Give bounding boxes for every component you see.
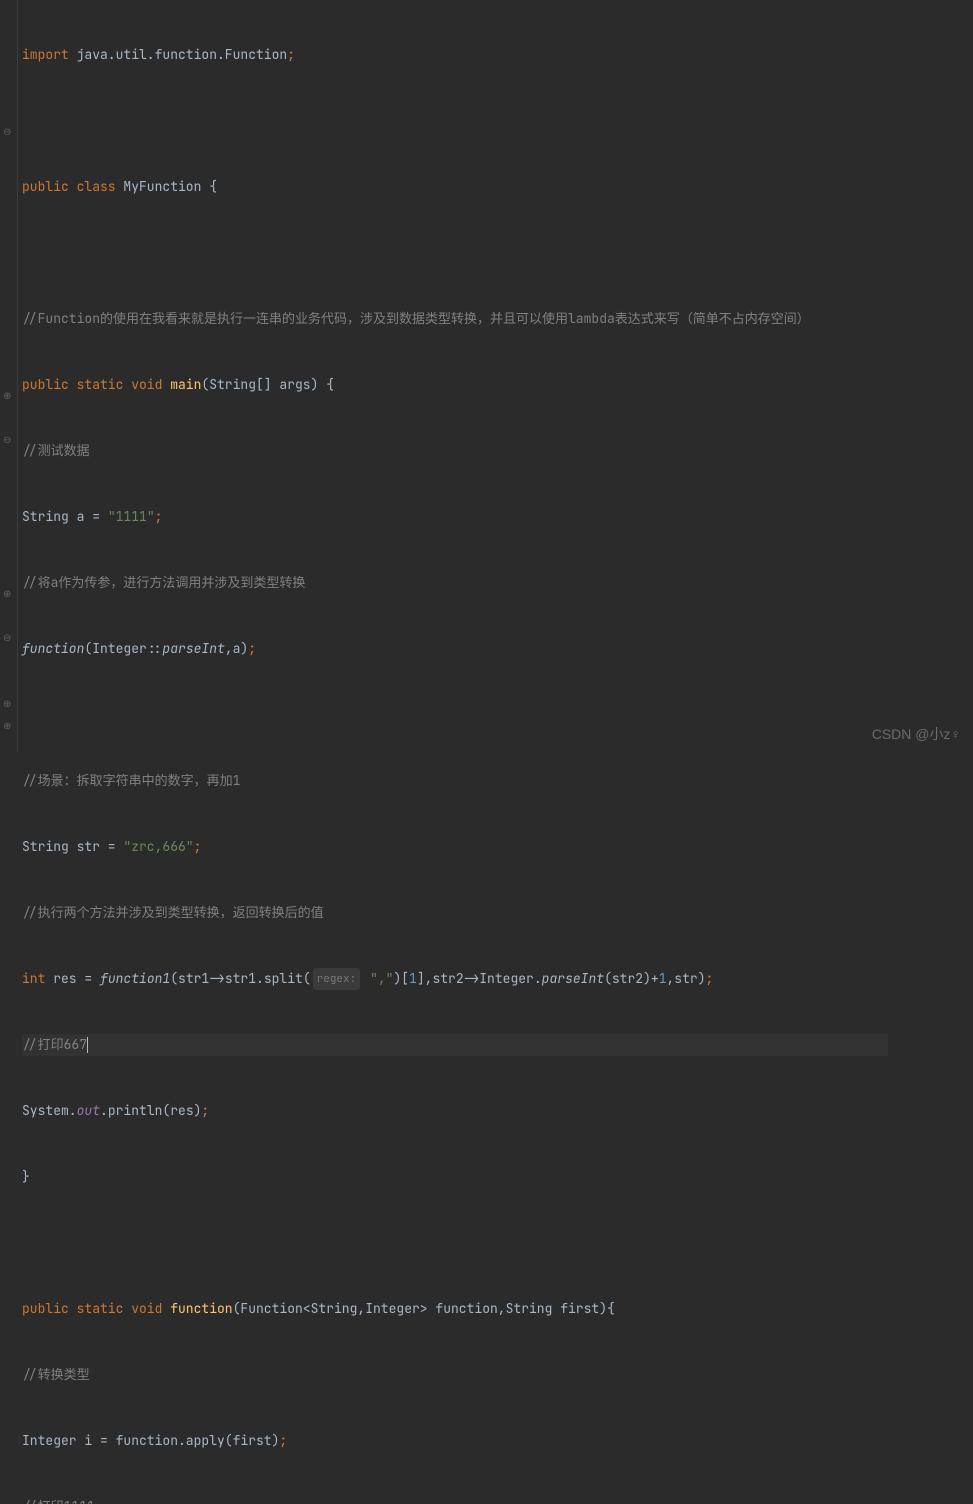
code-line[interactable]: int res = function1(str1->str1.split(reg… — [22, 968, 888, 990]
gutter: ⊖ ⊕ ⊖ ⊕ ⊖ ⊕ ⊕ — [0, 0, 18, 752]
code-line[interactable]: System.out.println(res); — [22, 1100, 888, 1122]
fold-icon[interactable]: ⊖ — [3, 633, 13, 643]
code-line[interactable]: //转换类型 — [22, 1364, 888, 1386]
watermark: CSDN @小z♀ — [872, 724, 961, 744]
code-line[interactable]: public class MyFunction { — [22, 176, 888, 198]
fold-icon[interactable]: ⊖ — [3, 435, 13, 445]
code-line[interactable]: //将a作为传参，进行方法调用并涉及到类型转换 — [22, 572, 888, 594]
code-line[interactable]: public static void main(String[] args) { — [22, 374, 888, 396]
code-line[interactable] — [22, 1232, 888, 1254]
text-cursor — [87, 1037, 88, 1053]
code-line[interactable]: } — [22, 1166, 888, 1188]
code-line[interactable]: //Function的使用在我看来就是执行一连串的业务代码，涉及到数据类型转换，… — [22, 308, 888, 330]
fold-icon[interactable]: ⊖ — [3, 127, 13, 137]
fold-icon[interactable]: ⊕ — [3, 699, 13, 709]
fold-icon[interactable]: ⊕ — [3, 721, 13, 731]
fold-icon[interactable]: ⊕ — [3, 589, 13, 599]
code-line[interactable]: //执行两个方法并涉及到类型转换，返回转换后的值 — [22, 902, 888, 924]
code-line[interactable]: String a = "1111"; — [22, 506, 888, 528]
code-line-active[interactable]: //打印667 — [22, 1034, 888, 1056]
code-line[interactable] — [22, 242, 888, 264]
code-line[interactable]: String str = "zrc,666"; — [22, 836, 888, 858]
code-line[interactable]: Integer i = function.apply(first); — [22, 1430, 888, 1452]
code-line[interactable]: import java.util.function.Function; — [22, 44, 888, 66]
code-area[interactable]: import java.util.function.Function; publ… — [18, 0, 892, 752]
code-line[interactable]: //打印1111 — [22, 1496, 888, 1504]
param-hint: regex: — [313, 968, 361, 990]
code-line[interactable] — [22, 704, 888, 726]
code-line[interactable] — [22, 110, 888, 132]
code-editor[interactable]: ⊖ ⊕ ⊖ ⊕ ⊖ ⊕ ⊕ import java.util.function.… — [0, 0, 973, 752]
code-line[interactable]: function(Integer::parseInt,a); — [22, 638, 888, 660]
fold-icon[interactable]: ⊕ — [3, 391, 13, 401]
code-line[interactable]: //测试数据 — [22, 440, 888, 462]
code-line[interactable]: public static void function(Function<Str… — [22, 1298, 888, 1320]
code-line[interactable]: //场景：拆取字符串中的数字，再加1 — [22, 770, 888, 792]
